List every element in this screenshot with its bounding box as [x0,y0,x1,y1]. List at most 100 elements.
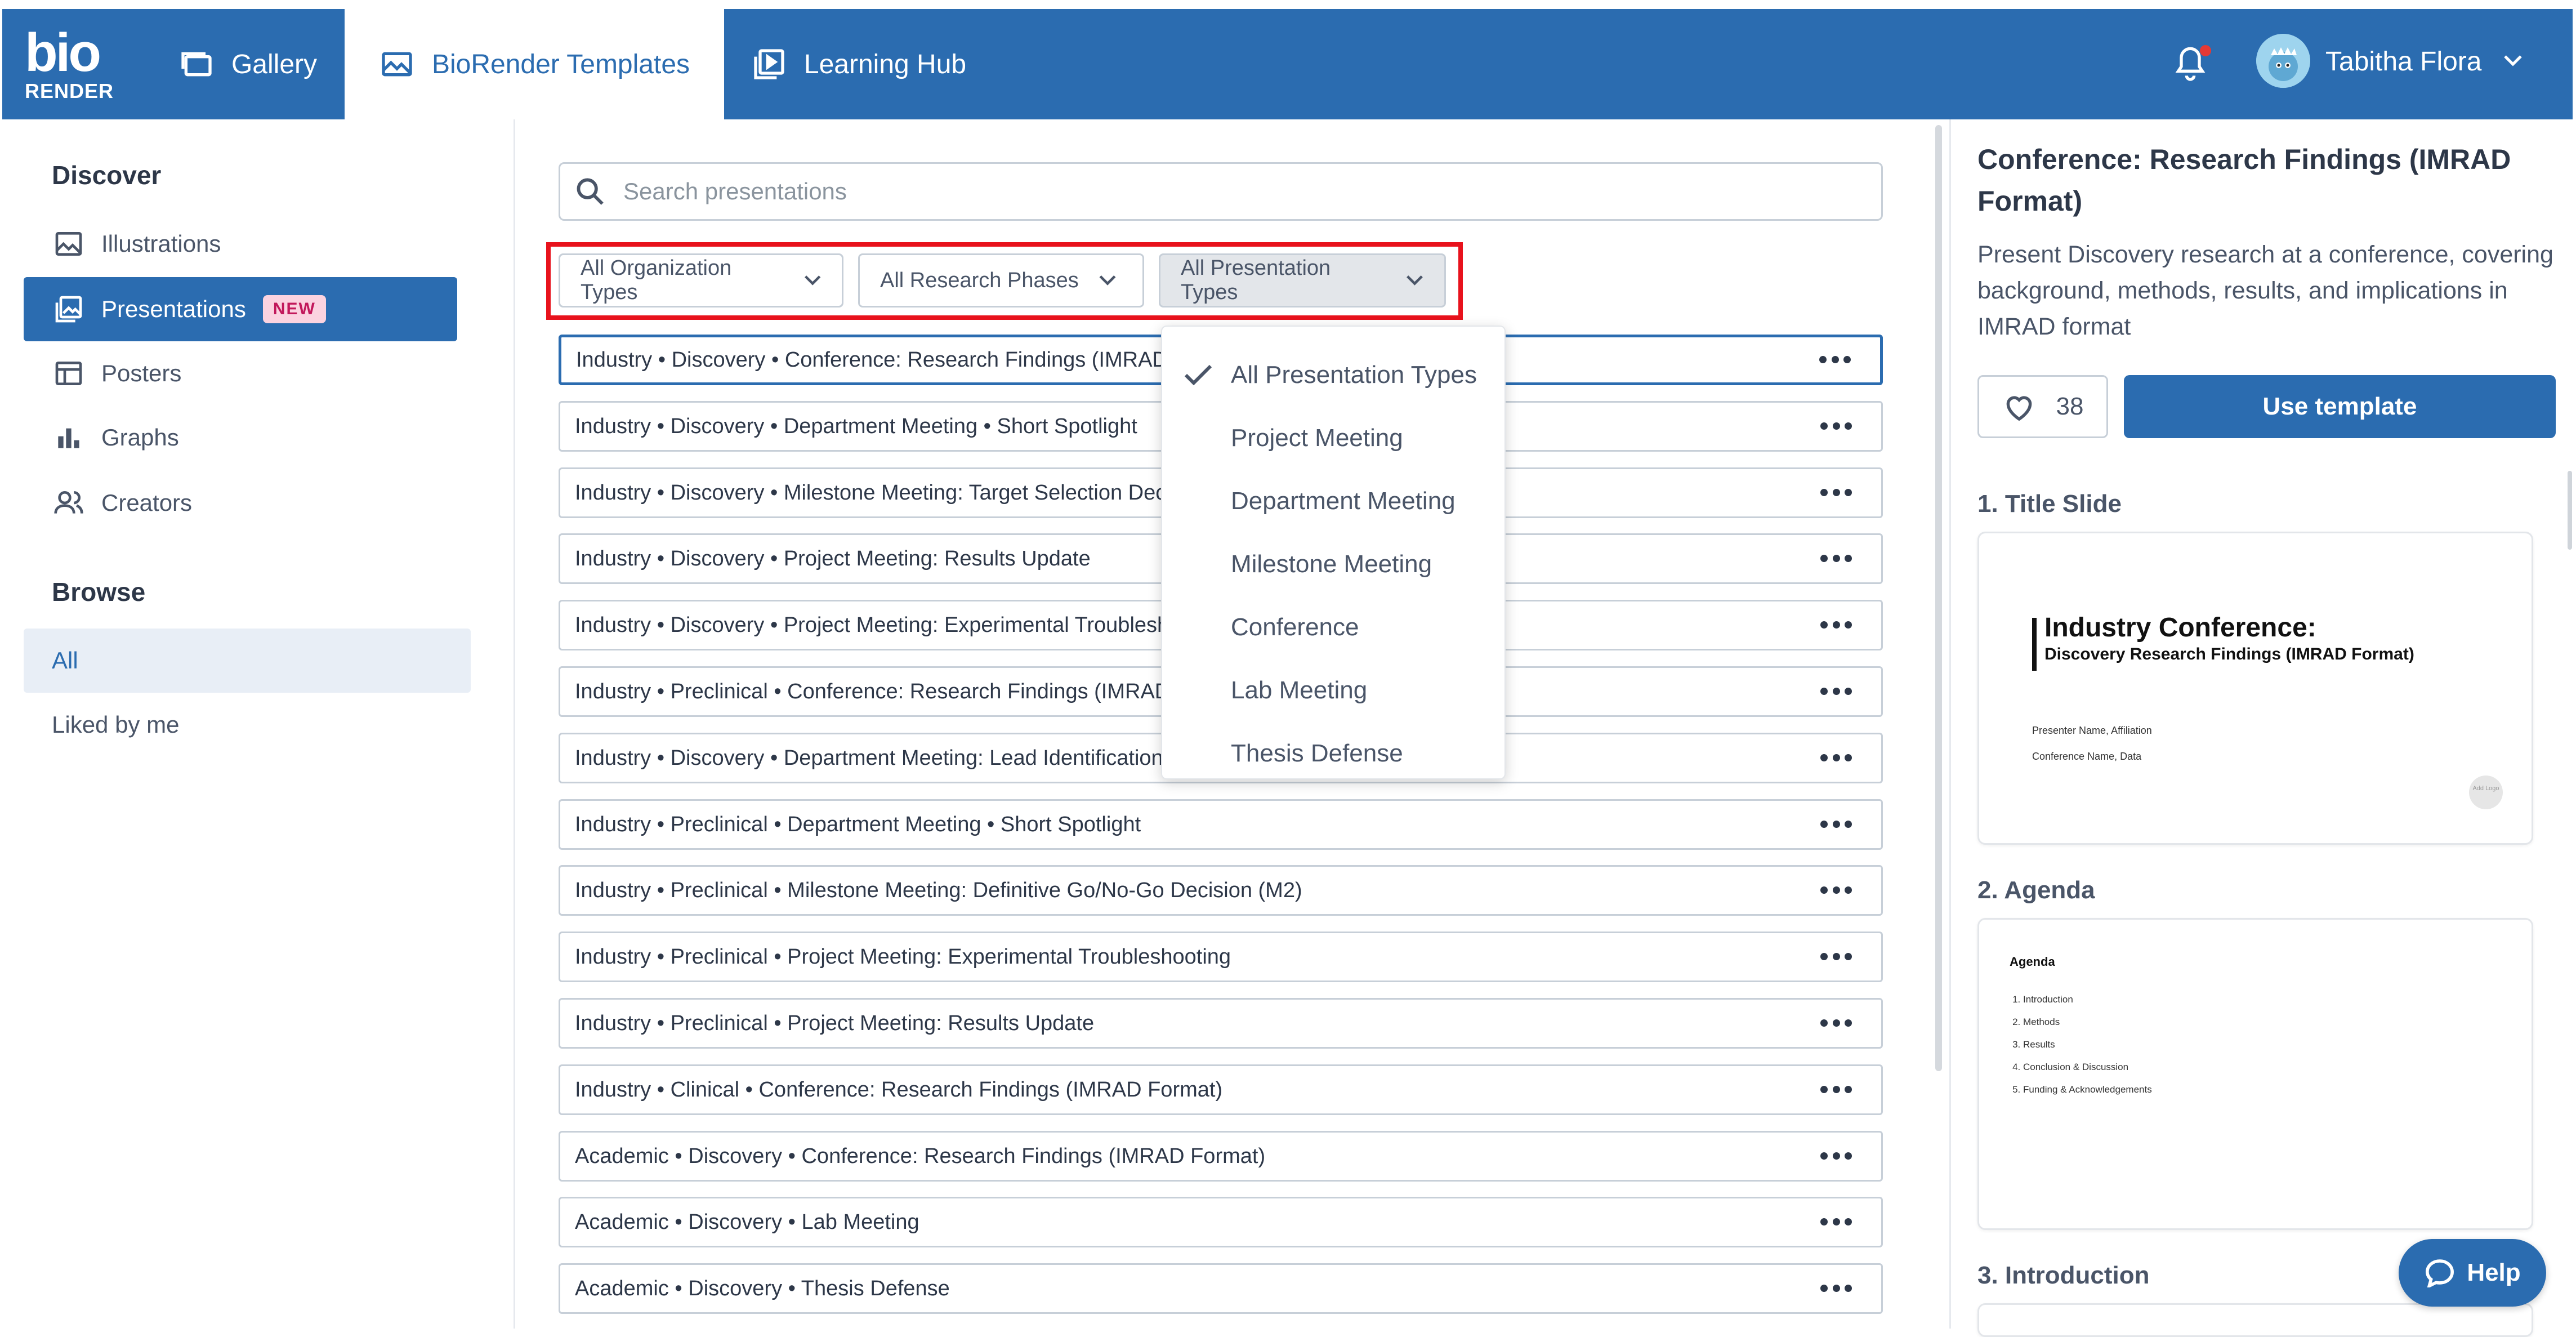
chevron-down-icon[interactable] [2503,54,2523,68]
more-options-icon[interactable] [1820,953,1852,961]
more-options-icon[interactable] [1820,754,1852,762]
sidebar-item-presentations[interactable]: Presentations NEW [24,277,457,341]
more-options-icon[interactable] [1820,886,1852,894]
image-icon [55,232,82,256]
sidebar-item-illustrations[interactable]: Illustrations [24,212,457,276]
agenda-item: Methods [2023,1011,2152,1033]
template-row[interactable]: Academic • Discovery • Lab Meeting [559,1197,1883,1247]
more-options-icon[interactable] [1820,1218,1852,1226]
add-logo-placeholder: Add Logo [2469,776,2503,809]
template-row-label: Industry • Discovery • Department Meetin… [575,414,1137,438]
nav-tab-label: BioRender Templates [431,49,690,79]
template-description: Present Discovery research at a conferen… [1977,241,2553,340]
presentation-icon [55,296,82,323]
more-options-icon[interactable] [1820,1152,1852,1160]
sidebar-browse-all[interactable]: All [24,629,471,693]
more-options-icon[interactable] [1820,489,1852,497]
slide-preview-title-slide[interactable]: Industry Conference: Discovery Research … [1977,532,2533,845]
bar-chart-icon [58,428,79,448]
nav-tab-biorender-templates[interactable]: BioRender Templates [345,9,724,119]
user-name[interactable]: Tabitha Flora [2325,46,2481,77]
template-row-label: Industry • Discovery • Conference: Resea… [576,347,1249,372]
browse-heading: Browse [52,577,146,607]
slide-preview-introduction[interactable] [1977,1303,2533,1337]
search-box[interactable] [559,162,1883,221]
template-row-label: Academic • Discovery • Lab Meeting [575,1210,919,1234]
slide-title: Industry Conference: [2044,613,2316,643]
dropdown-item-thesis-defense[interactable]: Thesis Defense [1162,725,1507,782]
sidebar-item-graphs[interactable]: Graphs [24,405,457,470]
dropdown-item-label: Conference [1231,613,1359,641]
avatar[interactable] [2256,34,2310,88]
template-row-label: Industry • Discovery • Milestone Meeting… [575,480,1261,505]
slide-presenter-line: Presenter Name, Affiliation [2032,725,2152,736]
template-row-label: Industry • Clinical • Conference: Resear… [575,1077,1223,1102]
template-row[interactable]: Academic • Discovery • Thesis Defense [559,1263,1883,1314]
chevron-down-icon [804,275,820,286]
more-options-icon[interactable] [1820,821,1852,828]
more-options-icon[interactable] [1820,688,1852,696]
template-row-label: Industry • Preclinical • Department Meet… [575,812,1141,836]
chevron-down-icon [1099,275,1116,286]
dropdown-item-project-meeting[interactable]: Project Meeting [1162,410,1507,466]
nav-tab-gallery[interactable]: Gallery [152,9,343,119]
template-row-label: Industry • Discovery • Project Meeting: … [575,546,1091,571]
like-button[interactable]: 38 [1977,375,2108,438]
more-options-icon[interactable] [1820,422,1852,430]
users-icon [54,491,83,514]
sidebar-item-creators[interactable]: Creators [24,471,457,535]
presentation-type-filter[interactable]: All Presentation Types [1159,253,1446,307]
scrollbar[interactable] [2568,471,2572,550]
template-row-label: Industry • Discovery • Department Meetin… [575,746,1163,770]
slide-preview-agenda[interactable]: Agenda Introduction Methods Results Conc… [1977,918,2533,1230]
more-options-icon[interactable] [1820,1019,1852,1027]
heart-icon [2006,396,2032,421]
chevron-down-icon [1407,275,1423,286]
sidebar-item-posters[interactable]: Posters [24,341,457,405]
organization-type-filter[interactable]: All Organization Types [559,253,843,307]
template-row[interactable]: Academic • Discovery • Conference: Resea… [559,1131,1883,1182]
dropdown-item-label: Lab Meeting [1231,676,1368,704]
dropdown-item-milestone-meeting[interactable]: Milestone Meeting [1162,536,1507,592]
agenda-item: Introduction [2023,988,2152,1011]
dropdown-item-department-meeting[interactable]: Department Meeting [1162,473,1507,529]
more-options-icon[interactable] [1820,1285,1852,1293]
template-row-label: Academic • Discovery • Thesis Defense [575,1276,950,1300]
filter-label: All Research Phases [880,268,1079,292]
nav-tab-label: Gallery [231,49,318,79]
sidebar-item-label: Presentations [101,296,246,322]
dropdown-item-lab-meeting[interactable]: Lab Meeting [1162,662,1507,719]
template-row[interactable]: Industry • Clinical • Conference: Resear… [559,1064,1883,1115]
sidebar-browse-liked[interactable]: Liked by me [24,693,471,757]
like-count: 38 [2056,393,2084,420]
agenda-item: Conclusion & Discussion [2023,1056,2152,1078]
scrollbar[interactable] [1935,125,1942,1071]
template-row[interactable]: Industry • Preclinical • Project Meeting… [559,932,1883,982]
use-template-button[interactable]: Use template [2124,375,2556,438]
dropdown-item-all-presentation-types[interactable]: All Presentation Types [1162,347,1507,403]
slide-heading-agenda: 2. Agenda [1977,876,2095,904]
research-phase-filter[interactable]: All Research Phases [858,253,1144,307]
nav-tab-learning-hub[interactable]: Learning Hub [726,9,991,119]
logo-text-top: bio [25,23,101,83]
template-row[interactable]: Industry • Preclinical • Milestone Meeti… [559,865,1883,916]
agenda-list: Introduction Methods Results Conclusion … [2010,988,2152,1101]
more-options-icon[interactable] [1820,555,1852,563]
biorender-logo[interactable]: bio RENDER [25,23,113,101]
more-options-icon[interactable] [1819,356,1851,364]
template-row[interactable]: Industry • Preclinical • Department Meet… [559,799,1883,850]
template-title: Conference: Research Findings (IMRAD For… [1977,144,2511,217]
slide-conference-line: Conference Name, Data [2032,751,2142,762]
more-options-icon[interactable] [1820,621,1852,629]
help-button[interactable]: Help [2399,1239,2546,1307]
help-label: Help [2467,1259,2521,1286]
dropdown-item-conference[interactable]: Conference [1162,599,1507,656]
more-options-icon[interactable] [1820,1086,1852,1094]
dropdown-item-label: Project Meeting [1231,424,1403,452]
search-input[interactable] [622,177,1807,206]
image-icon [382,52,412,77]
slide-heading-title-slide: 1. Title Slide [1977,490,2122,518]
template-row[interactable]: Industry • Preclinical • Project Meeting… [559,998,1883,1049]
template-row-label: Industry • Preclinical • Project Meeting… [575,1011,1095,1035]
search-icon [577,178,604,205]
